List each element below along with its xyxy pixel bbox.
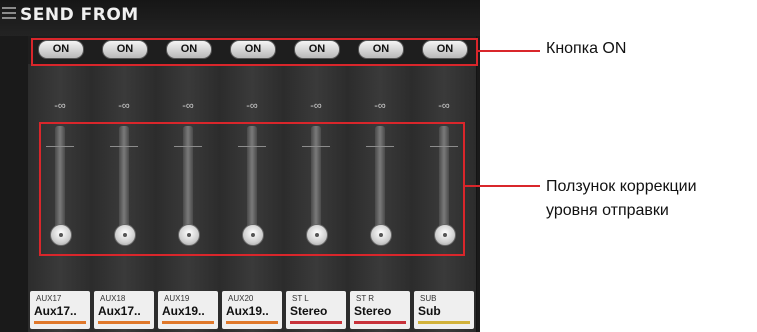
send-level-value: -∞ xyxy=(182,100,194,112)
channel-color-bar xyxy=(98,321,150,324)
channel-name-tag[interactable]: AUX18 Aux17.. xyxy=(94,291,154,329)
channel-color-bar xyxy=(418,321,470,324)
channel-name-tag[interactable]: ST L Stereo xyxy=(286,291,346,329)
channel-id: SUB xyxy=(420,294,437,303)
channel-name-tag[interactable]: SUB Sub xyxy=(414,291,474,329)
channel-name: Aux19.. xyxy=(226,304,269,318)
send-level-value: -∞ xyxy=(310,100,322,112)
send-level-value: -∞ xyxy=(118,100,130,112)
channel-id: ST R xyxy=(356,294,375,303)
channel-name: Stereo xyxy=(354,304,392,318)
channel-name: Aux17.. xyxy=(34,304,77,318)
on-button-annotation: Кнопка ON xyxy=(546,40,627,57)
send-level-value: -∞ xyxy=(246,100,258,112)
channel-color-bar xyxy=(354,321,406,324)
channel-id: AUX17 xyxy=(36,294,62,303)
channel-color-bar xyxy=(290,321,342,324)
channel-color-bar xyxy=(34,321,86,324)
channel-id: AUX19 xyxy=(164,294,190,303)
channel-color-bar xyxy=(162,321,214,324)
on-button-callout-line xyxy=(476,50,540,52)
panel-title: SEND FROM xyxy=(20,5,139,25)
channel-id: AUX20 xyxy=(228,294,254,303)
on-buttons-highlight xyxy=(31,38,478,66)
send-level-value: -∞ xyxy=(438,100,450,112)
channel-name-tag[interactable]: AUX20 Aux19.. xyxy=(222,291,282,329)
channel-name: Aux17.. xyxy=(98,304,141,318)
channel-name: Stereo xyxy=(290,304,328,318)
fader-highlight xyxy=(39,122,465,256)
menu-icon[interactable] xyxy=(2,7,16,19)
channel-name: Sub xyxy=(418,304,441,318)
fader-callout-line xyxy=(463,185,540,187)
fader-annotation-line2: уровня отправки xyxy=(546,202,669,219)
channel-name-tag[interactable]: ST R Stereo xyxy=(350,291,410,329)
channel-id: AUX18 xyxy=(100,294,126,303)
channel-id: ST L xyxy=(292,294,309,303)
channel-name-tag[interactable]: AUX19 Aux19.. xyxy=(158,291,218,329)
send-level-value: -∞ xyxy=(54,100,66,112)
panel-header: SEND FROM xyxy=(0,0,480,36)
send-level-value: -∞ xyxy=(374,100,386,112)
channel-name: Aux19.. xyxy=(162,304,205,318)
channel-name-tag[interactable]: AUX17 Aux17.. xyxy=(30,291,90,329)
fader-annotation-line1: Ползунок коррекции xyxy=(546,178,697,195)
channel-color-bar xyxy=(226,321,278,324)
